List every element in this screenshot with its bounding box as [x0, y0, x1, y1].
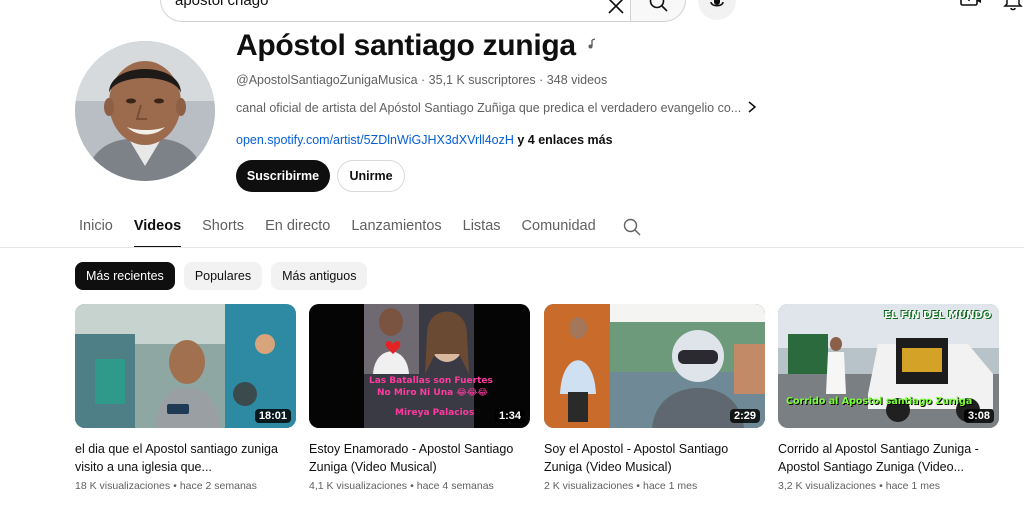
- video-title[interactable]: Corrido al Apostol Santiago Zuniga - Apo…: [778, 440, 993, 476]
- video-card[interactable]: Las Batallas son Fuertes No Miro Ni Una …: [309, 304, 530, 492]
- clear-search-button[interactable]: [604, 0, 628, 18]
- view-count: 3,2 K visualizaciones: [778, 480, 877, 492]
- video-count: 348 videos: [546, 73, 608, 87]
- chip-mas-antiguos[interactable]: Más antiguos: [271, 262, 368, 290]
- thumbnail-caption: EL FIN DEL MUNDO: [884, 310, 992, 321]
- channel-title: Apóstol santiago zuniga: [236, 28, 596, 64]
- channel-meta: @ApostolSantiagoZunigaMusica · 35,1 K su…: [236, 73, 607, 87]
- channel-tabs: Inicio Videos Shorts En directo Lanzamie…: [79, 210, 617, 248]
- meta-dot: •: [173, 480, 177, 492]
- tab-en-directo[interactable]: En directo: [265, 210, 330, 248]
- search-button[interactable]: [630, 0, 686, 22]
- video-card[interactable]: EL FIN DEL MUNDO Corrido al Apostol sant…: [778, 304, 999, 492]
- tab-videos[interactable]: Videos: [133, 210, 182, 248]
- join-button[interactable]: Unirme: [337, 160, 405, 192]
- video-title[interactable]: Estoy Enamorado - Apostol Santiago Zunig…: [309, 440, 524, 476]
- create-video-icon[interactable]: [960, 0, 982, 12]
- music-note-verified-icon: [588, 38, 595, 49]
- meta-dot: •: [410, 480, 414, 492]
- upload-age: hace 2 semanas: [179, 480, 257, 492]
- search-icon: [649, 0, 668, 12]
- video-duration: 2:29: [729, 409, 760, 423]
- thumbnail-caption: Las Batallas son Fuertes: [369, 376, 493, 386]
- channel-links: open.spotify.com/artist/5ZDlnWiGJHX3dXVr…: [236, 133, 613, 147]
- search-input[interactable]: apostol chago: [160, 0, 630, 22]
- more-links-button[interactable]: y 4 enlaces más: [517, 133, 612, 147]
- meta-separator: ·: [539, 73, 547, 87]
- tab-shorts[interactable]: Shorts: [202, 210, 244, 248]
- chip-mas-recientes[interactable]: Más recientes: [75, 262, 175, 290]
- video-duration: 18:01: [254, 409, 291, 423]
- voice-search-button[interactable]: [698, 0, 736, 20]
- subscriber-count: 35,1 K suscriptores: [428, 73, 536, 87]
- channel-name: Apóstol santiago zuniga: [236, 29, 576, 62]
- video-thumbnail[interactable]: EL FIN DEL MUNDO Corrido al Apostol sant…: [778, 304, 999, 428]
- video-thumbnail[interactable]: Las Batallas son Fuertes No Miro Ni Una …: [309, 304, 530, 428]
- channel-search-icon[interactable]: [623, 218, 641, 236]
- video-card[interactable]: 18:01 el dia que el Apostol santiago zun…: [75, 304, 296, 492]
- view-count: 2 K visualizaciones: [544, 480, 634, 492]
- thumbnail-caption: No Miro Ni Una 😂😂😂: [377, 388, 488, 398]
- video-meta: 18 K visualizaciones • hace 2 semanas: [75, 480, 296, 492]
- view-count: 18 K visualizaciones: [75, 480, 171, 492]
- video-title[interactable]: Soy el Apostol - Apostol Santiago Zuniga…: [544, 440, 759, 476]
- subscribe-button[interactable]: Suscribirme: [236, 160, 330, 192]
- upload-age: hace 4 semanas: [416, 480, 494, 492]
- meta-separator: ·: [421, 73, 429, 87]
- spotify-link[interactable]: open.spotify.com/artist/5ZDlnWiGJHX3dXVr…: [236, 133, 514, 147]
- avatar-portrait-image: [75, 41, 215, 181]
- chip-populares[interactable]: Populares: [183, 262, 263, 290]
- notifications-bell-icon[interactable]: [1003, 0, 1023, 14]
- channel-description[interactable]: canal oficial de artista del Apóstol San…: [236, 101, 741, 115]
- meta-dot: •: [636, 480, 640, 492]
- tab-listas[interactable]: Listas: [463, 210, 501, 248]
- video-duration: 3:08: [963, 409, 994, 423]
- tabs-divider: [0, 247, 1024, 248]
- video-title[interactable]: el dia que el Apostol santiago zuniga vi…: [75, 440, 290, 476]
- tab-lanzamientos[interactable]: Lanzamientos: [351, 210, 441, 248]
- video-card[interactable]: 2:29 Soy el Apostol - Apostol Santiago Z…: [544, 304, 765, 492]
- channel-avatar: [75, 41, 215, 181]
- video-meta: 2 K visualizaciones • hace 1 mes: [544, 480, 765, 492]
- upload-age: hace 1 mes: [885, 480, 941, 492]
- video-thumbnail[interactable]: 18:01: [75, 304, 296, 428]
- sort-chips: Más recientes Populares Más antiguos: [75, 262, 368, 290]
- search-query-text: apostol chago: [175, 0, 269, 9]
- thumbnail-caption: Mireya Palacios: [395, 408, 475, 418]
- channel-handle: @ApostolSantiagoZunigaMusica: [236, 73, 418, 87]
- tab-comunidad[interactable]: Comunidad: [522, 210, 596, 248]
- video-meta: 4,1 K visualizaciones • hace 4 semanas: [309, 480, 530, 492]
- microphone-icon: [710, 0, 724, 7]
- view-count: 4,1 K visualizaciones: [309, 480, 408, 492]
- close-icon: [608, 0, 624, 14]
- chevron-right-icon[interactable]: [745, 100, 759, 114]
- tab-inicio[interactable]: Inicio: [79, 210, 113, 248]
- thumbnail-caption: Corrido al Apostol santiago Zuniga: [786, 396, 973, 407]
- video-duration: 1:34: [494, 409, 525, 423]
- video-thumbnail[interactable]: 2:29: [544, 304, 765, 428]
- meta-dot: •: [879, 480, 883, 492]
- upload-age: hace 1 mes: [642, 480, 698, 492]
- video-meta: 3,2 K visualizaciones • hace 1 mes: [778, 480, 999, 492]
